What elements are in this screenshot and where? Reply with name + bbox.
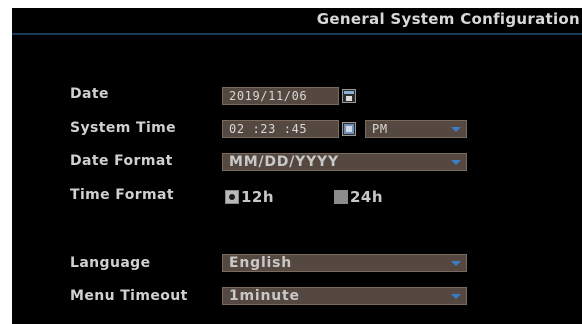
language-value: English	[229, 255, 293, 271]
calendar-icon[interactable]	[342, 89, 356, 103]
ampm-value: PM	[372, 122, 388, 136]
language-select[interactable]: English	[222, 254, 467, 272]
title-bar: General System Configuration	[12, 8, 582, 32]
date-format-label: Date Format	[70, 153, 173, 169]
date-format-value: MM/DD/YYYY	[229, 154, 339, 170]
system-time-field[interactable]: 02 :23 :45	[222, 120, 339, 138]
time-spin-icon[interactable]	[342, 122, 356, 136]
radio-12h[interactable]	[225, 190, 239, 204]
chevron-down-icon	[451, 127, 461, 132]
time-format-label: Time Format	[70, 187, 174, 203]
date-format-select[interactable]: MM/DD/YYYY	[222, 153, 467, 171]
radio-24h-label[interactable]: 24h	[350, 188, 383, 206]
menu-timeout-value: 1minute	[229, 288, 300, 304]
radio-24h[interactable]	[334, 190, 348, 204]
language-label: Language	[70, 255, 151, 271]
date-value: 2019/11/06	[229, 89, 308, 103]
config-panel: General System Configuration Date 2019/1…	[12, 8, 582, 324]
date-field[interactable]: 2019/11/06	[222, 87, 339, 105]
menu-timeout-select[interactable]: 1minute	[222, 287, 467, 305]
radio-selected-dot	[229, 194, 235, 200]
chevron-down-icon	[451, 261, 461, 266]
system-time-value: 02 :23 :45	[229, 122, 308, 136]
page-title: General System Configuration	[316, 10, 580, 28]
system-time-label: System Time	[70, 120, 177, 136]
date-label: Date	[70, 86, 109, 102]
title-divider	[12, 33, 582, 35]
chevron-down-icon	[451, 294, 461, 299]
radio-12h-label[interactable]: 12h	[241, 188, 274, 206]
ampm-select[interactable]: PM	[365, 120, 467, 138]
menu-timeout-label: Menu Timeout	[70, 288, 188, 304]
chevron-down-icon	[451, 160, 461, 165]
